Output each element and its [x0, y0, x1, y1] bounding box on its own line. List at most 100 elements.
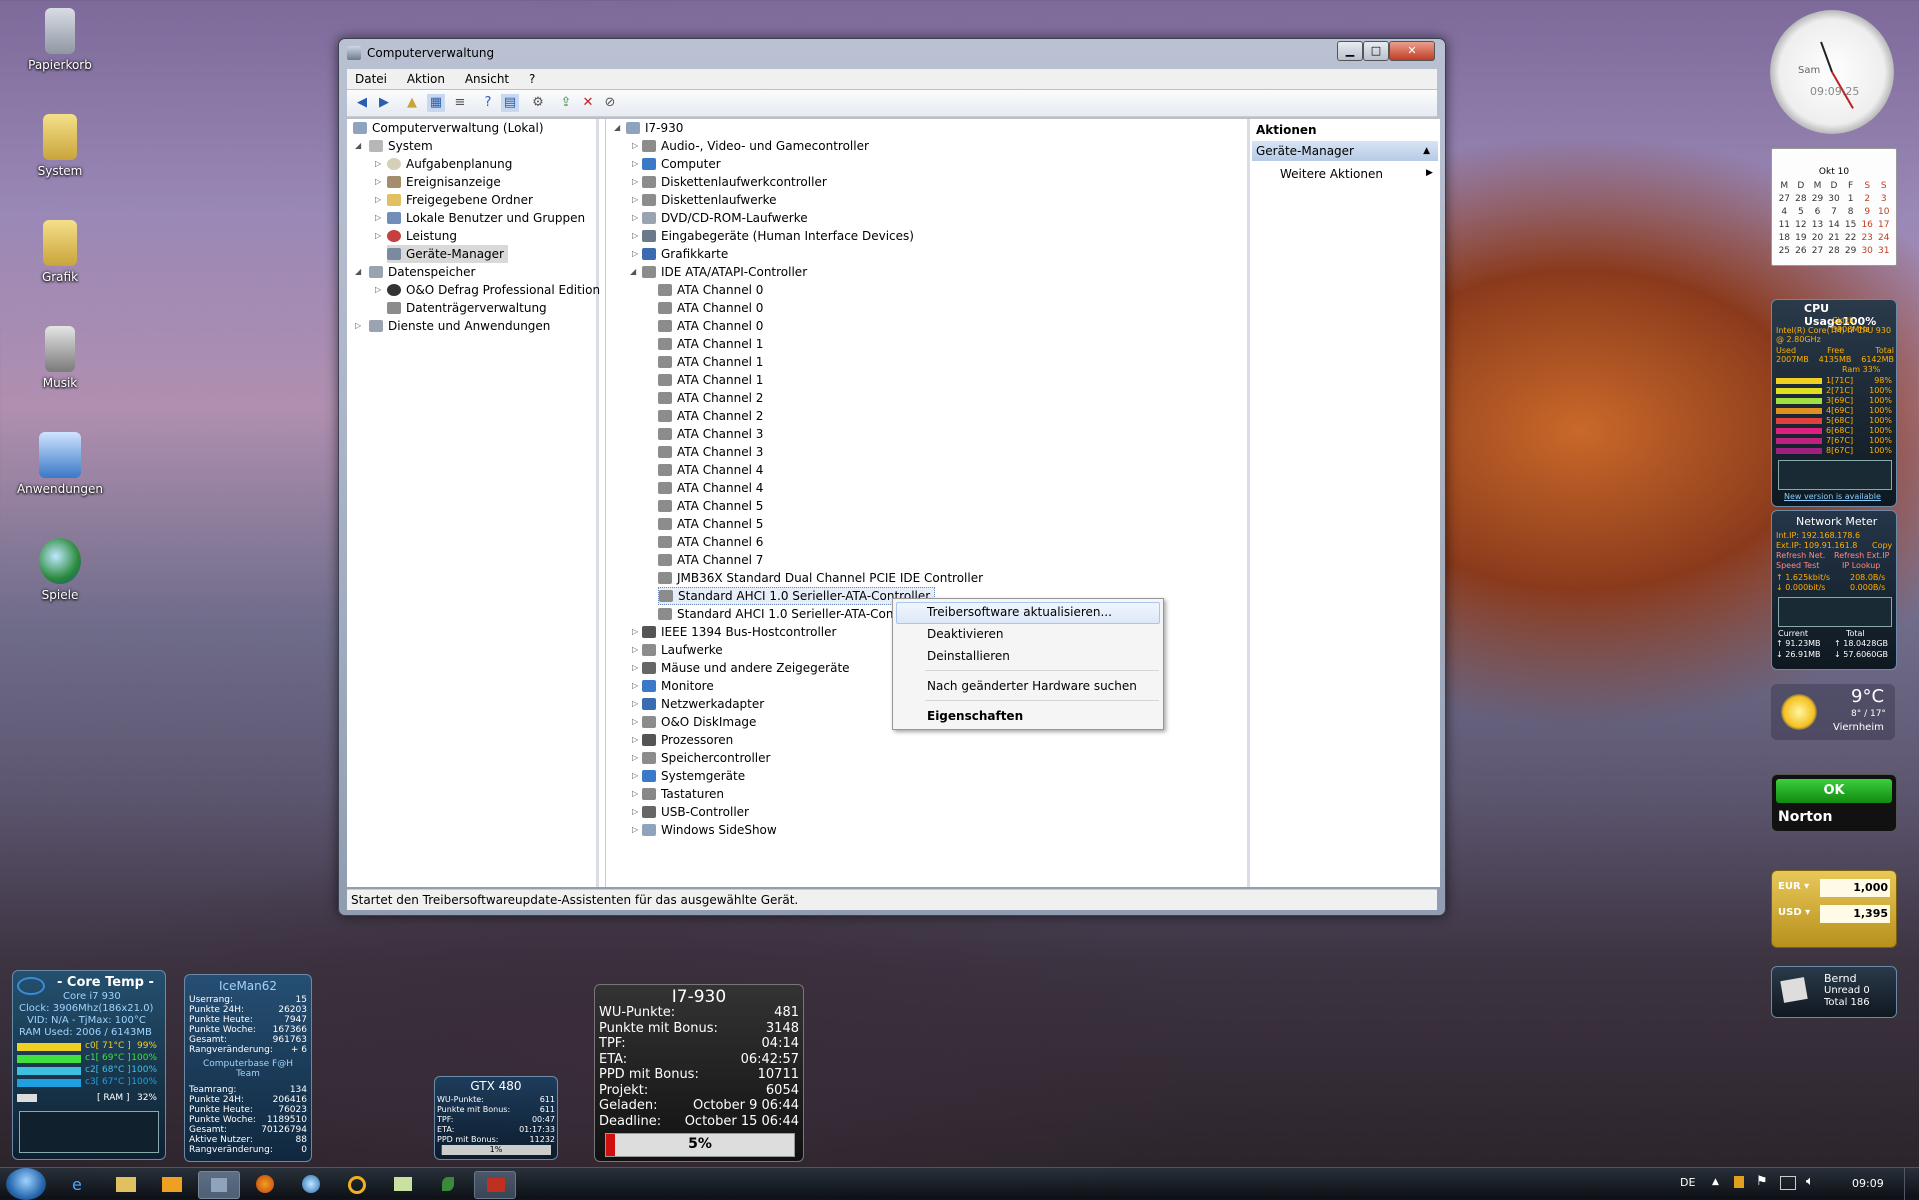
ide-device[interactable]: ATA Channel 1: [658, 371, 763, 389]
device-category[interactable]: Computer: [642, 155, 721, 173]
desktop-icon-graphics[interactable]: Grafik: [14, 220, 106, 284]
calendar-day[interactable]: 1: [1842, 194, 1859, 207]
expand-icon[interactable]: ▷: [375, 177, 381, 186]
device-category[interactable]: Systemgeräte: [642, 767, 745, 785]
desktop-icon-music[interactable]: Musik: [14, 326, 106, 390]
calendar-day[interactable]: 8: [1842, 207, 1859, 220]
expand-icon[interactable]: ▷: [632, 177, 638, 186]
device-category[interactable]: Speichercontroller: [642, 749, 770, 767]
desktop-icon-system[interactable]: System: [14, 114, 106, 178]
tree-item-oo-defrag[interactable]: O&O Defrag Professional Edition: [387, 281, 600, 299]
calendar-day[interactable]: 15: [1842, 220, 1859, 233]
ide-device[interactable]: ATA Channel 4: [658, 479, 763, 497]
show-desktop-button[interactable]: [1904, 1168, 1919, 1200]
ide-device[interactable]: ATA Channel 2: [658, 407, 763, 425]
calendar-day[interactable]: 13: [1809, 220, 1826, 233]
calendar-day[interactable]: 12: [1793, 220, 1810, 233]
cpu-usage-gadget[interactable]: CPU Usage100% Clock: 3906MHz Intel(R) Co…: [1771, 299, 1897, 507]
calendar-day[interactable]: 9: [1859, 207, 1876, 220]
help-icon[interactable]: ?: [479, 94, 497, 112]
tree-services[interactable]: Dienste und Anwendungen: [369, 317, 550, 335]
menu-datei[interactable]: Datei: [347, 70, 395, 88]
calendar-day[interactable]: 6: [1809, 207, 1826, 220]
calendar-day[interactable]: 28: [1793, 194, 1810, 207]
device-category[interactable]: USB-Controller: [642, 803, 749, 821]
back-icon[interactable]: ◀: [353, 94, 371, 112]
flag-icon[interactable]: ⚑: [1756, 1174, 1768, 1189]
tree-item-local-users[interactable]: Lokale Benutzer und Gruppen: [387, 209, 585, 227]
tree-item-task-scheduler[interactable]: Aufgabenplanung: [387, 155, 512, 173]
device-category[interactable]: IEEE 1394 Bus-Hostcontroller: [642, 623, 836, 641]
menu-aktion[interactable]: Aktion: [399, 70, 453, 88]
device-category[interactable]: Diskettenlaufwerke: [642, 191, 776, 209]
tree-item-disk-management[interactable]: Datenträgerverwaltung: [387, 299, 547, 317]
actions-section-device-manager[interactable]: Geräte-Manager ▲: [1252, 141, 1438, 161]
calendar-day[interactable]: 31: [1875, 246, 1892, 259]
expand-icon[interactable]: ▷: [375, 213, 381, 222]
ide-device[interactable]: ATA Channel 6: [658, 533, 763, 551]
volume-icon[interactable]: 🔈︎: [1806, 1174, 1814, 1189]
calendar-gadget[interactable]: Okt 10 M D M D F S S 27 28 29 30 1 2 3 4 5 6 7 8 9 10 11 12 13 1…: [1771, 148, 1897, 266]
expand-icon[interactable]: ▷: [632, 141, 638, 150]
ide-device[interactable]: ATA Channel 3: [658, 425, 763, 443]
currency-usd-label[interactable]: USD ▾: [1778, 907, 1810, 918]
device-category[interactable]: Netzwerkadapter: [642, 695, 764, 713]
expand-icon[interactable]: ▷: [632, 807, 638, 816]
device-category[interactable]: Monitore: [642, 677, 714, 695]
network-meter-gadget[interactable]: Network Meter Int.IP: 192.168.178.6 Ext.…: [1771, 510, 1897, 670]
network-ip-lookup[interactable]: IP Lookup: [1842, 561, 1880, 570]
desktop-icon-applications[interactable]: Anwendungen: [14, 432, 106, 496]
calendar-day[interactable]: 23: [1859, 233, 1876, 246]
expand-icon[interactable]: ▷: [375, 159, 381, 168]
ide-device[interactable]: ATA Channel 7: [658, 551, 763, 569]
maximize-button[interactable]: □: [1363, 41, 1389, 61]
calendar-day[interactable]: 27: [1776, 194, 1793, 207]
ide-device[interactable]: ATA Channel 0: [658, 281, 763, 299]
device-category[interactable]: Grafikkarte: [642, 245, 728, 263]
mail-gadget[interactable]: Bernd Unread 0 Total 186: [1771, 966, 1897, 1018]
expand-icon[interactable]: ▷: [632, 825, 638, 834]
ie-icon[interactable]: e: [60, 1171, 100, 1197]
show-tree-icon[interactable]: ▦: [427, 94, 445, 112]
device-category[interactable]: O&O DiskImage: [642, 713, 756, 731]
calendar-day[interactable]: 17: [1875, 220, 1892, 233]
ide-device[interactable]: ATA Channel 2: [658, 389, 763, 407]
network-speed-test[interactable]: Speed Test: [1776, 561, 1819, 570]
minimize-button[interactable]: ▁: [1337, 41, 1363, 61]
title-bar[interactable]: Computerverwaltung ▁ □ ✕: [339, 39, 1445, 67]
calendar-day[interactable]: 30: [1859, 246, 1876, 259]
expand-icon[interactable]: ▷: [632, 195, 638, 204]
currency-eur-value[interactable]: 1,000: [1820, 879, 1890, 897]
ide-device[interactable]: Standard AHCI 1.0 Serieller-ATA-Controll…: [658, 605, 929, 623]
update-driver-icon[interactable]: ⇪: [557, 94, 575, 112]
calendar-day[interactable]: 19: [1793, 233, 1810, 246]
menu-help[interactable]: ?: [521, 70, 543, 88]
norton-tray-icon[interactable]: [1734, 1176, 1744, 1188]
expand-icon[interactable]: ▷: [632, 213, 638, 222]
iceman-stats-gadget[interactable]: IceMan62 Userrang: 15 Punkte 24H: 26203 Punk…: [184, 974, 312, 1162]
expand-icon[interactable]: ▷: [375, 195, 381, 204]
device-category[interactable]: Diskettenlaufwerkcontroller: [642, 173, 827, 191]
currency-eur-label[interactable]: EUR ▾: [1778, 881, 1809, 892]
device-category[interactable]: Tastaturen: [642, 785, 724, 803]
ide-device[interactable]: ATA Channel 5: [658, 515, 763, 533]
fah-i7-gadget[interactable]: I7-930 WU-Punkte: 481 Punkte mit Bonus: 314…: [594, 984, 804, 1162]
calendar-day[interactable]: 30: [1826, 194, 1843, 207]
list-icon[interactable]: ≡: [451, 94, 469, 112]
device-root[interactable]: I7-930: [626, 119, 683, 137]
menu-disable[interactable]: Deaktivieren: [927, 624, 1003, 644]
device-category[interactable]: Prozessoren: [642, 731, 733, 749]
media-player-icon[interactable]: [152, 1171, 192, 1197]
calendar-day[interactable]: 28: [1826, 246, 1843, 259]
tree-item-shared-folders[interactable]: Freigegebene Ordner: [387, 191, 533, 209]
menu-properties[interactable]: Eigenschaften: [927, 706, 1023, 726]
menu-scan-hardware[interactable]: Nach geänderter Hardware suchen: [927, 676, 1137, 696]
device-category[interactable]: Windows SideShow: [642, 821, 777, 839]
calendar-day[interactable]: 21: [1826, 233, 1843, 246]
calendar-day[interactable]: 7: [1826, 207, 1843, 220]
up-icon[interactable]: ▲: [403, 94, 421, 112]
calendar-day[interactable]: 3: [1875, 194, 1892, 207]
device-category[interactable]: DVD/CD-ROM-Laufwerke: [642, 209, 808, 227]
category-ide[interactable]: IDE ATA/ATAPI-Controller: [642, 263, 807, 281]
collapse-icon[interactable]: ◢: [630, 267, 636, 276]
